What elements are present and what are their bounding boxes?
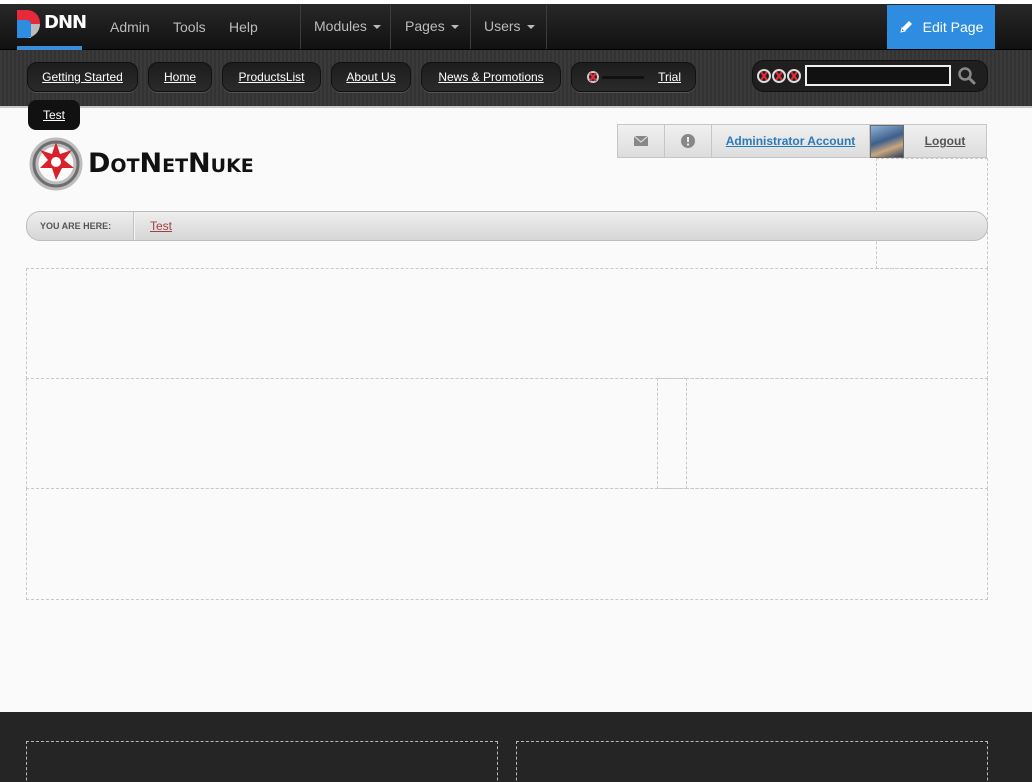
alert-icon bbox=[681, 134, 695, 148]
edit-page-button[interactable]: Edit Page bbox=[887, 5, 995, 49]
logout-label: Logout bbox=[924, 134, 966, 148]
user-profile-link[interactable]: Administrator Account bbox=[712, 125, 870, 157]
breadcrumb-label: YOU ARE HERE: bbox=[40, 221, 112, 231]
user-bar: Administrator Account Logout bbox=[617, 124, 987, 158]
content-pane-right bbox=[686, 378, 988, 489]
content-pane-top bbox=[26, 268, 988, 379]
notifications-button[interactable] bbox=[665, 125, 712, 157]
logout-link[interactable]: Logout bbox=[904, 125, 986, 157]
site-logo[interactable]: DotNetNuke bbox=[26, 128, 306, 194]
content-pane-left bbox=[26, 378, 658, 489]
breadcrumb-current-link[interactable]: Test bbox=[150, 219, 172, 233]
envelope-icon bbox=[634, 136, 648, 146]
users-menu[interactable]: Users bbox=[484, 18, 535, 34]
search-input[interactable] bbox=[805, 65, 951, 86]
nav-item-home[interactable]: Home bbox=[148, 62, 212, 92]
footer bbox=[0, 712, 1032, 782]
footer-pane-right bbox=[516, 741, 988, 782]
dnn-brand-text: DNN bbox=[44, 12, 87, 33]
breadcrumb-separator bbox=[133, 212, 135, 240]
dnn-logo[interactable]: DNN bbox=[17, 10, 87, 50]
search-icon[interactable] bbox=[957, 66, 977, 86]
control-bar-topline bbox=[0, 0, 1032, 4]
nav-item-productslist[interactable]: ProductsList bbox=[222, 62, 321, 92]
content-pane-bottom bbox=[26, 488, 988, 600]
nav-item-trial[interactable]: Trial bbox=[571, 62, 696, 92]
help-menu[interactable]: Help bbox=[229, 19, 258, 35]
avatar[interactable] bbox=[870, 125, 904, 158]
search-box bbox=[752, 60, 988, 92]
dotnetnuke-mini-logo-icon bbox=[587, 71, 644, 83]
nav-item-trial-label: Trial bbox=[658, 70, 681, 84]
control-bar-separator bbox=[546, 5, 547, 49]
dnn-logo-icon bbox=[17, 10, 41, 38]
main-navigation: Getting Started Home ProductsList About … bbox=[0, 50, 1032, 108]
footer-pane-left bbox=[26, 741, 498, 782]
modules-menu[interactable]: Modules bbox=[314, 18, 381, 34]
control-bar-separator bbox=[390, 5, 391, 49]
content-pane-middle bbox=[657, 378, 687, 489]
nav-item-test[interactable]: Test bbox=[28, 100, 80, 130]
user-name: Administrator Account bbox=[725, 134, 856, 148]
tools-menu[interactable]: Tools bbox=[173, 19, 206, 35]
control-bar-separator bbox=[300, 5, 301, 49]
nav-item-getting-started[interactable]: Getting Started bbox=[27, 62, 138, 92]
edit-page-label: Edit Page bbox=[922, 19, 984, 35]
dotnetnuke-logo-icon bbox=[29, 137, 83, 191]
pages-menu[interactable]: Pages bbox=[405, 18, 459, 34]
admin-menu[interactable]: Admin bbox=[110, 19, 150, 35]
language-flags-icon bbox=[757, 69, 801, 83]
nav-item-news-promotions[interactable]: News & Promotions bbox=[421, 62, 561, 92]
breadcrumb: YOU ARE HERE: Test bbox=[26, 211, 988, 241]
pencil-icon bbox=[899, 21, 912, 33]
messages-button[interactable] bbox=[618, 125, 665, 157]
control-bar: DNN Admin Tools Help Modules Pages Users… bbox=[0, 0, 1032, 50]
site-logo-text: DotNetNuke bbox=[88, 148, 254, 179]
nav-item-about-us[interactable]: About Us bbox=[331, 62, 411, 92]
control-bar-separator bbox=[470, 5, 471, 49]
